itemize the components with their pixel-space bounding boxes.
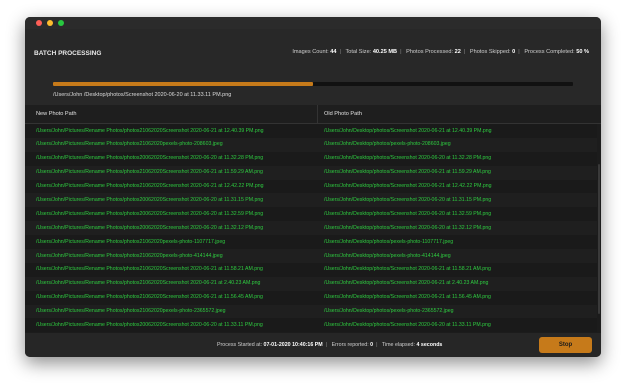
old-photo-path-cell: /Users/John/Desktop/photos/Screenshot 20… [324, 294, 491, 301]
new-photo-path-cell: /Users/John/Pictures/Rename Photos/photo… [36, 280, 261, 287]
column-divider[interactable] [317, 105, 318, 123]
started-label: Process Started at: [217, 342, 263, 348]
stats-separator: | [339, 49, 341, 55]
column-header-new-photo-path[interactable]: New Photo Path [36, 111, 76, 117]
table-row[interactable]: /Users/John/Pictures/Rename Photos/photo… [25, 235, 597, 250]
old-photo-path-cell: /Users/John/Desktop/photos/Screenshot 20… [324, 210, 492, 217]
new-photo-path-cell: /Users/John/Pictures/Rename Photos/photo… [36, 196, 264, 203]
elapsed-value: 4 seconds [416, 342, 443, 348]
errors-label: Errors reported: [331, 342, 369, 348]
old-photo-path-cell: /Users/John/Desktop/photos/Screenshot 20… [324, 280, 489, 287]
table-row[interactable]: /Users/John/Pictures/Rename Photos/photo… [25, 304, 597, 319]
total-size-label: Total Size: [345, 49, 372, 55]
stats-bar: Images Count: 44 | Total Size: 40.25 MB | … [292, 49, 589, 55]
old-photo-path-cell: /Users/John/Desktop/photos/pexels-photo-… [324, 252, 451, 259]
stop-button[interactable]: Stop [539, 337, 592, 353]
table-row[interactable]: /Users/John/Pictures/Rename Photos/photo… [25, 290, 597, 305]
table-row[interactable]: /Users/John/Pictures/Rename Photos/photo… [25, 249, 597, 263]
stats-separator: | [463, 49, 466, 55]
new-photo-path-cell: /Users/John/Pictures/Rename Photos/photo… [36, 252, 223, 259]
current-file-path: /Users/John /Desktop/photos/Screenshot 2… [53, 92, 232, 98]
old-photo-path-cell: /Users/John/Desktop/photos/Screenshot 20… [324, 196, 492, 203]
status-separator: | [325, 342, 328, 348]
table-row[interactable]: /Users/John/Pictures/Rename Photos/photo… [25, 151, 597, 166]
new-photo-path-cell: /Users/John/Pictures/Rename Photos/photo… [36, 127, 264, 134]
old-photo-path-cell: /Users/John/Desktop/photos/Screenshot 20… [324, 127, 492, 134]
new-photo-path-cell: /Users/John/Pictures/Rename Photos/photo… [36, 155, 264, 162]
batch-processing-window: BATCH PROCESSING Images Count: 44 | Total… [25, 17, 601, 357]
progress-bar [53, 82, 573, 86]
old-photo-path-cell: /Users/John/Desktop/photos/Screenshot 20… [324, 183, 492, 190]
page-title: BATCH PROCESSING [34, 50, 102, 57]
column-header-old-photo-path[interactable]: Old Photo Path [324, 111, 362, 117]
scrollbar-thumb[interactable] [598, 164, 600, 314]
photos-processed-label: Photos Processed: [406, 49, 454, 55]
elapsed-label: Time elapsed: [381, 342, 415, 348]
old-photo-path-cell: /Users/John/Desktop/photos/Screenshot 20… [324, 155, 492, 162]
table-row[interactable]: /Users/John/Pictures/Rename Photos/photo… [25, 165, 597, 180]
photos-skipped-label: Photos Skipped: [469, 49, 511, 55]
process-completed-value: 50 % [576, 49, 589, 55]
table-header: New Photo Path Old Photo Path [25, 105, 601, 124]
status-separator: | [376, 342, 378, 348]
table-row[interactable]: /Users/John/Pictures/Rename Photos/photo… [25, 179, 597, 194]
old-photo-path-cell: /Users/John/Desktop/photos/pexels-photo-… [324, 308, 454, 315]
new-photo-path-cell: /Users/John/Pictures/Rename Photos/photo… [36, 141, 223, 148]
old-photo-path-cell: /Users/John/Desktop/photos/Screenshot 20… [324, 224, 492, 231]
table-row[interactable]: /Users/John/Pictures/Rename Photos/photo… [25, 137, 597, 152]
table-row[interactable]: /Users/John/Pictures/Rename Photos/photo… [25, 221, 597, 236]
new-photo-path-cell: /Users/John/Pictures/Rename Photos/photo… [36, 224, 264, 231]
new-photo-path-cell: /Users/John/Pictures/Rename Photos/photo… [36, 238, 226, 245]
errors-value: 0 [370, 342, 374, 348]
photos-skipped-value: 0 [512, 49, 516, 55]
table-body: /Users/John/Pictures/Rename Photos/photo… [25, 124, 597, 333]
old-photo-path-cell: /Users/John/Desktop/photos/Screenshot 20… [324, 266, 491, 273]
close-window-button[interactable] [36, 20, 42, 26]
maximize-window-button[interactable] [58, 20, 64, 26]
started-value: 07-01-2020 10:40:16 PM [263, 342, 323, 348]
new-photo-path-cell: /Users/John/Pictures/Rename Photos/photo… [36, 321, 263, 328]
total-size-value: 40.25 MB [372, 49, 398, 55]
progress-bar-fill [53, 82, 313, 86]
images-count-value: 44 [330, 49, 337, 55]
table-row[interactable]: /Users/John/Pictures/Rename Photos/photo… [25, 262, 597, 277]
table-row[interactable]: /Users/John/Pictures/Rename Photos/photo… [25, 318, 597, 333]
new-photo-path-cell: /Users/John/Pictures/Rename Photos/photo… [36, 210, 264, 217]
header: BATCH PROCESSING Images Count: 44 | Total… [25, 29, 601, 117]
process-completed-label: Process Completed: [524, 49, 575, 55]
minimize-window-button[interactable] [47, 20, 53, 26]
photo-path-table: New Photo Path Old Photo Path /Users/Joh… [25, 105, 601, 333]
title-bar [25, 17, 601, 29]
old-photo-path-cell: /Users/John/Desktop/photos/Screenshot 20… [324, 321, 491, 328]
old-photo-path-cell: /Users/John/Desktop/photos/pexels-photo-… [324, 141, 451, 148]
table-scrollbar[interactable] [597, 124, 601, 333]
new-photo-path-cell: /Users/John/Pictures/Rename Photos/photo… [36, 169, 263, 176]
footer: Process Started at: 07-01-2020 10:40:16 … [25, 333, 601, 357]
new-photo-path-cell: /Users/John/Pictures/Rename Photos/photo… [36, 308, 226, 315]
images-count-label: Images Count: [292, 49, 329, 55]
table-row[interactable]: /Users/John/Pictures/Rename Photos/photo… [25, 207, 597, 222]
process-status: Process Started at: 07-01-2020 10:40:16 … [217, 342, 442, 348]
new-photo-path-cell: /Users/John/Pictures/Rename Photos/photo… [36, 183, 264, 190]
new-photo-path-cell: /Users/John/Pictures/Rename Photos/photo… [36, 266, 263, 273]
stats-separator: | [518, 49, 520, 55]
old-photo-path-cell: /Users/John/Desktop/photos/Screenshot 20… [324, 169, 491, 176]
table-row[interactable]: /Users/John/Pictures/Rename Photos/photo… [25, 276, 597, 291]
table-row[interactable]: /Users/John/Pictures/Rename Photos/photo… [25, 124, 597, 138]
photos-processed-value: 22 [454, 49, 461, 55]
stats-separator: | [400, 49, 402, 55]
old-photo-path-cell: /Users/John/Desktop/photos/pexels-photo-… [324, 238, 454, 245]
table-row[interactable]: /Users/John/Pictures/Rename Photos/photo… [25, 193, 597, 208]
new-photo-path-cell: /Users/John/Pictures/Rename Photos/photo… [36, 294, 263, 301]
